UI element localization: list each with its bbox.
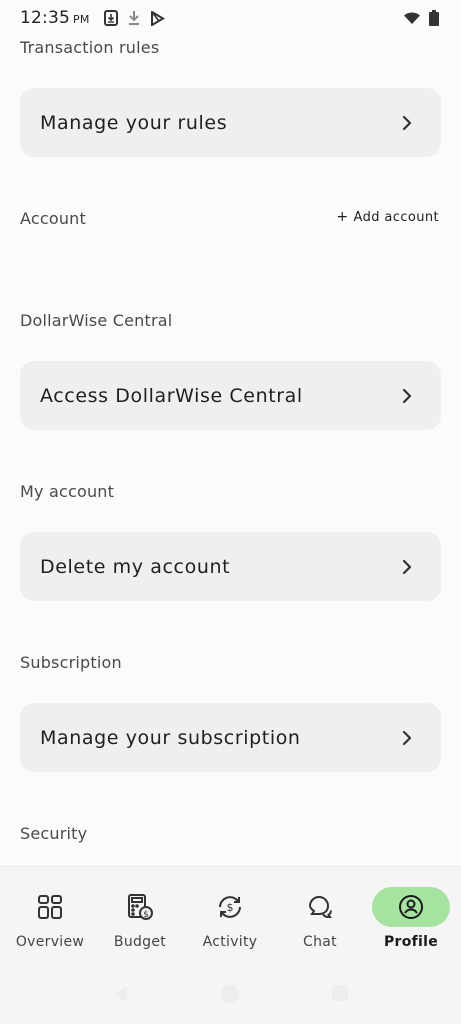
section-title-security: Security	[20, 824, 88, 843]
activity-dollar-icon: $	[219, 896, 241, 918]
nav-label: Activity	[202, 934, 258, 950]
nav-profile[interactable]: Profile	[366, 887, 456, 957]
manage-rules-button[interactable]: Manage your rules	[20, 88, 441, 157]
chevron-right-icon	[401, 559, 415, 574]
chat-icon	[308, 895, 332, 918]
manage-subscription-button[interactable]: Manage your subscription	[20, 703, 441, 772]
back-icon[interactable]	[110, 984, 130, 1004]
add-account-button[interactable]: + Add account	[336, 209, 439, 225]
profile-icon	[399, 895, 423, 919]
nav-icon-wrap: $	[101, 887, 179, 927]
bottom-nav: Overview $ Budget $ Activity Chat Profil…	[0, 866, 461, 966]
svg-text:$: $	[143, 910, 149, 920]
system-nav-bar	[0, 966, 461, 1024]
nav-label: Chat	[303, 934, 337, 950]
chevron-right-icon	[401, 730, 415, 745]
recents-icon[interactable]	[331, 984, 349, 1002]
nav-label: Overview	[15, 934, 85, 950]
nav-icon-wrap: $	[191, 887, 269, 927]
plus-icon: +	[336, 209, 349, 225]
add-account-label: Add account	[353, 209, 439, 225]
card-label: Manage your rules	[40, 111, 228, 134]
home-icon[interactable]	[220, 984, 240, 1004]
chevron-right-icon	[401, 388, 415, 403]
card-label: Delete my account	[40, 555, 231, 578]
nav-icon-wrap	[11, 887, 89, 927]
chevron-right-icon	[401, 115, 415, 130]
card-label: Manage your subscription	[40, 726, 301, 749]
nav-label: Profile	[383, 934, 439, 950]
nav-activity[interactable]: $ Activity	[185, 887, 275, 957]
active-nav-pill	[372, 887, 450, 927]
budget-calculator-icon: $	[128, 894, 153, 920]
card-label: Access DollarWise Central	[40, 384, 303, 407]
nav-label: Budget	[113, 934, 167, 950]
svg-text:$: $	[227, 901, 234, 914]
nav-overview[interactable]: Overview	[5, 887, 95, 957]
nav-chat[interactable]: Chat	[275, 887, 365, 957]
section-title-account: Account	[20, 209, 87, 228]
section-title-transaction-rules: Transaction rules	[20, 38, 160, 57]
section-title-subscription: Subscription	[20, 653, 122, 672]
section-title-central: DollarWise Central	[20, 311, 173, 330]
access-central-button[interactable]: Access DollarWise Central	[20, 361, 441, 430]
grid-icon	[38, 895, 62, 919]
section-title-my-account: My account	[20, 482, 115, 501]
nav-icon-wrap	[281, 887, 359, 927]
delete-account-button[interactable]: Delete my account	[20, 532, 441, 601]
profile-settings-content[interactable]: Transaction rules Manage your rules Acco…	[0, 0, 461, 866]
nav-budget[interactable]: $ Budget	[95, 887, 185, 957]
